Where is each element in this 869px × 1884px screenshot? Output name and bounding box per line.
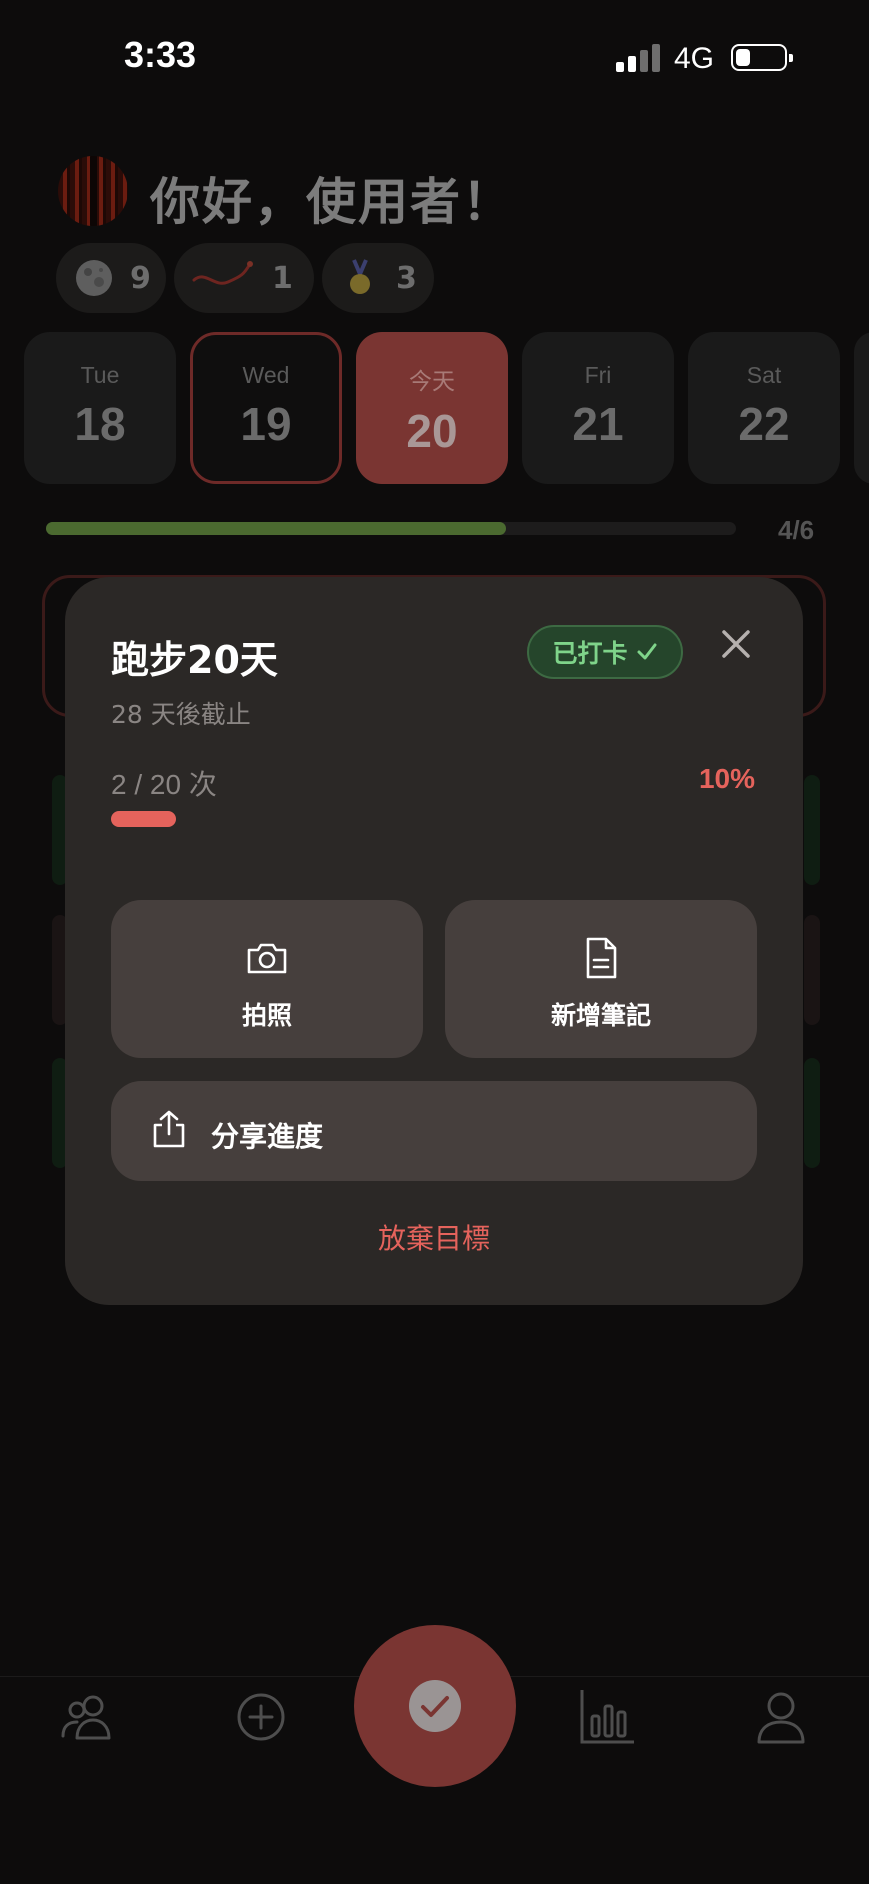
day-fri[interactable]: Fri 21 xyxy=(522,332,674,484)
add-circle-icon[interactable] xyxy=(231,1687,291,1747)
badge-medal[interactable]: 3 xyxy=(322,243,434,313)
comet-icon xyxy=(192,261,253,285)
goal-row-edge xyxy=(804,1058,820,1168)
day-date: 22 xyxy=(738,398,790,450)
goal-row-edge xyxy=(804,915,820,1025)
abandon-goal-link[interactable]: 放棄目標 xyxy=(65,1217,803,1257)
day-today[interactable]: 今天 20 xyxy=(356,332,508,484)
day-date: 18 xyxy=(74,398,126,450)
battery-icon xyxy=(731,44,793,71)
day-name: Wed xyxy=(242,362,290,388)
add-note-button[interactable]: 新增筆記 xyxy=(445,900,757,1058)
daily-progress-text: 4/6 xyxy=(778,515,815,545)
goal-detail-modal: 跑步20天 28 天後截止 已打卡 2 / 20 次 10% 拍照 新增筆記 分… xyxy=(65,577,803,1305)
goal-percent: 10% xyxy=(698,763,755,794)
day-next[interactable] xyxy=(854,332,869,484)
day-date: 19 xyxy=(240,398,292,450)
signal-icon xyxy=(616,44,660,72)
check-icon xyxy=(637,643,656,660)
share-icon xyxy=(153,1110,185,1148)
badge-count: 3 xyxy=(396,260,417,296)
day-name: 今天 xyxy=(409,368,455,394)
moon-icon xyxy=(76,260,112,296)
badge-count: 9 xyxy=(130,260,151,296)
goal-progress-bar xyxy=(111,811,176,827)
goal-deadline: 28 天後截止 xyxy=(111,700,251,729)
check-in-fab[interactable] xyxy=(354,1625,516,1787)
greeting-title: 你好，使用者！ xyxy=(150,173,514,231)
goal-title: 跑步20天 xyxy=(111,638,278,682)
day-date: 20 xyxy=(406,405,458,457)
badge-moon[interactable]: 9 xyxy=(56,243,166,313)
goal-count: 2 / 20 次 xyxy=(111,769,217,800)
share-progress-label: 分享進度 xyxy=(211,1120,324,1153)
day-wed[interactable]: Wed 19 xyxy=(190,332,342,484)
stats-icon[interactable] xyxy=(578,1686,638,1746)
day-name: Sat xyxy=(746,362,782,388)
friends-icon[interactable] xyxy=(57,1688,117,1748)
goal-row-edge xyxy=(804,775,820,885)
checked-in-badge: 已打卡 xyxy=(527,625,683,679)
badge-count: 1 xyxy=(272,260,293,296)
day-sat[interactable]: Sat 22 xyxy=(688,332,840,484)
camera-icon xyxy=(247,943,287,974)
close-icon[interactable] xyxy=(719,627,753,661)
photo-label: 拍照 xyxy=(241,1001,292,1030)
day-name: Tue xyxy=(80,362,120,388)
profile-icon[interactable] xyxy=(751,1688,811,1748)
add-note-label: 新增筆記 xyxy=(550,1001,651,1030)
day-tue[interactable]: Tue 18 xyxy=(24,332,176,484)
daily-progress-fill xyxy=(46,522,506,535)
day-date: 21 xyxy=(572,398,624,450)
status-time: 3:33 xyxy=(124,34,197,75)
document-icon xyxy=(586,937,617,979)
check-icon xyxy=(421,1696,449,1717)
avatar[interactable] xyxy=(58,156,128,226)
medal-icon xyxy=(350,259,370,294)
badge-comet[interactable]: 1 xyxy=(174,243,314,313)
photo-button[interactable]: 拍照 xyxy=(111,900,423,1058)
network-label: 4G xyxy=(674,42,715,75)
day-name: Fri xyxy=(584,362,612,388)
checked-in-label: 已打卡 xyxy=(552,639,628,668)
share-progress-button[interactable]: 分享進度 xyxy=(111,1081,757,1181)
